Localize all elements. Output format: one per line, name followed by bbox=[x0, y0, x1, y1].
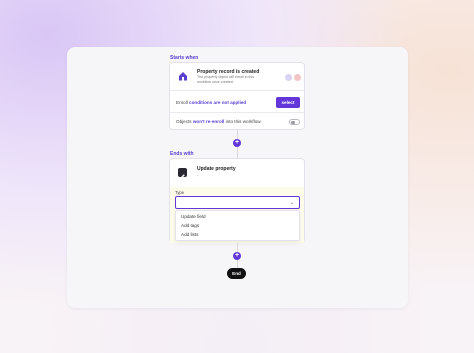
dropdown-option-add-tags[interactable]: Add tags bbox=[181, 223, 199, 228]
end-node[interactable]: End bbox=[227, 268, 246, 279]
reenroll-text: Objects won't re-enroll into this workfl… bbox=[176, 119, 262, 124]
starts-when-label: Starts when bbox=[170, 55, 199, 61]
dropdown-option-add-lists[interactable]: Add lists bbox=[181, 232, 198, 237]
reenroll-row: Objects won't re-enroll into this workfl… bbox=[170, 113, 304, 131]
action-title: Update property bbox=[197, 166, 236, 172]
reenroll-toggle[interactable] bbox=[289, 119, 300, 125]
conditions-text: Enroll conditions are not applied bbox=[176, 100, 246, 105]
type-select[interactable]: ⌄ bbox=[175, 196, 300, 209]
type-dropdown: Update field Add tags Add lists bbox=[175, 210, 300, 241]
conditions-row: Enroll conditions are not applied select bbox=[170, 91, 304, 113]
edit-icon bbox=[178, 168, 187, 179]
reenroll-suffix: into this workflow. bbox=[225, 119, 262, 124]
trigger-card[interactable]: Property record is created The property … bbox=[169, 62, 305, 130]
add-step-button[interactable]: + bbox=[233, 252, 241, 260]
chevron-down-icon: ⌄ bbox=[289, 200, 294, 206]
action-header: Update property - bbox=[170, 159, 304, 187]
house-icon bbox=[179, 72, 187, 81]
type-label: Type bbox=[175, 190, 185, 195]
action-subtitle: - bbox=[197, 173, 199, 178]
dropdown-option-update-field[interactable]: Update field bbox=[181, 214, 206, 219]
trigger-header: Property record is created The property … bbox=[170, 63, 304, 91]
ends-with-label: Ends with bbox=[170, 151, 194, 157]
reenroll-prefix: Objects bbox=[176, 119, 192, 124]
select-conditions-button[interactable]: select bbox=[276, 97, 300, 108]
type-area: Type ⌄ Update field Add tags Add lists bbox=[170, 187, 304, 243]
conditions-highlight: conditions are not applied bbox=[189, 100, 247, 105]
action-card[interactable]: Update property - Type ⌄ Update field Ad… bbox=[169, 158, 305, 243]
trigger-description: The property object will enroll in this … bbox=[197, 75, 255, 84]
reenroll-highlight: won't re-enroll bbox=[192, 119, 225, 124]
edit-trigger-button[interactable] bbox=[285, 74, 292, 81]
add-step-button[interactable]: + bbox=[233, 139, 241, 147]
delete-trigger-button[interactable] bbox=[294, 74, 301, 81]
conditions-prefix: Enroll bbox=[176, 100, 188, 105]
